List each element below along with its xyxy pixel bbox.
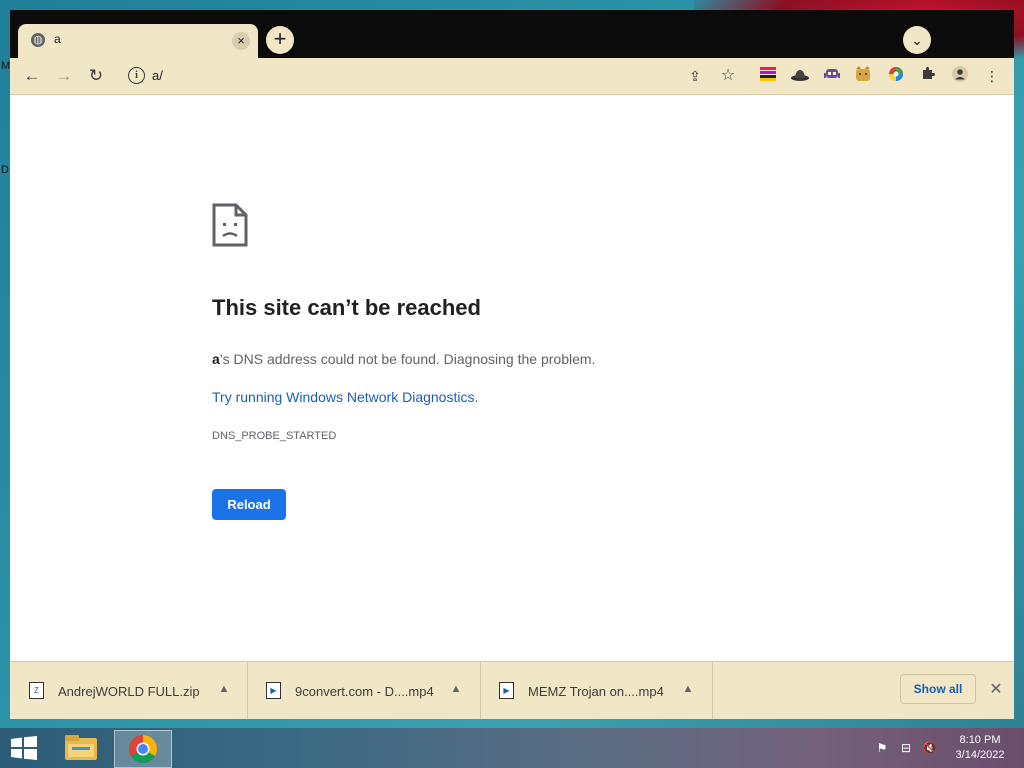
chevron-up-icon[interactable]: ▲ [447,680,465,698]
menu-dots-icon[interactable]: ⋮ [982,66,1002,86]
reload-button[interactable]: Reload [212,489,286,520]
hat-icon[interactable] [790,66,810,86]
clock-date: 3/14/2022 [955,749,1005,761]
browser-window: ◍ a × + ⌄ ← → ↻ i a/ ⇪ ☆ ⋮ This site can… [10,10,1014,719]
chevron-up-icon[interactable]: ▲ [679,680,697,698]
download-item[interactable]: Z AndrejWORLD FULL.zip ▲ [10,662,248,719]
windows-start-icon[interactable] [10,736,38,760]
file-explorer-icon[interactable] [62,732,100,764]
globe-icon: ◍ [31,33,45,47]
forward-button[interactable]: → [53,65,75,87]
chrome-icon [129,735,157,763]
tab-search-button[interactable]: ⌄ [903,26,931,54]
zip-file-icon: Z [29,682,44,699]
back-button[interactable]: ← [21,65,43,87]
taskbar-chrome-button[interactable] [114,730,172,768]
download-item[interactable]: ▶ 9convert.com - D....mp4 ▲ [247,662,481,719]
browser-titlebar: ◍ a × + ⌄ [10,10,1014,58]
error-host: a [212,351,220,367]
desktop-icon-label-fragment: D [1,164,9,176]
clock-time: 8:10 PM [959,734,1001,746]
show-all-button[interactable]: Show all [900,674,976,704]
error-page: This site can’t be reached a’s DNS addre… [10,95,1014,661]
address-bar-input[interactable]: a/ [152,68,163,83]
network-icon[interactable]: ⊟ [898,740,914,756]
tab-active[interactable]: ◍ a × [18,24,258,58]
site-info-icon[interactable]: i [128,67,145,84]
rainbow-bars-icon[interactable] [758,66,778,86]
download-filename: AndrejWORLD FULL.zip [58,684,200,699]
download-filename: MEMZ Trojan on....mp4 [528,684,664,699]
error-description: a’s DNS address could not be found. Diag… [212,351,595,367]
profile-icon[interactable] [950,66,970,86]
puzzle-icon[interactable] [918,66,938,86]
alien-icon[interactable] [822,66,842,86]
doge-icon[interactable] [853,66,873,86]
bookmark-star-icon[interactable]: ☆ [718,66,738,86]
chevron-up-icon[interactable]: ▲ [215,680,233,698]
sad-document-icon [212,203,248,247]
taskbar: ⚑ ⊟ 🔇 8:10 PM 3/14/2022 [0,728,1024,768]
error-code: DNS_PROBE_STARTED [212,430,337,442]
color-wheel-icon[interactable] [886,66,906,86]
network-diagnostics-link[interactable]: Try running Windows Network Diagnostics. [212,389,478,405]
share-icon[interactable]: ⇪ [685,66,705,86]
volume-muted-icon[interactable]: 🔇 [922,740,938,756]
action-center-flag-icon[interactable]: ⚑ [874,740,890,756]
error-title: This site can’t be reached [212,295,481,320]
tab-title: a [54,32,61,46]
download-shelf: Z AndrejWORLD FULL.zip ▲ ▶ 9convert.com … [10,661,1014,719]
download-filename: 9convert.com - D....mp4 [295,684,434,699]
close-tab-icon[interactable]: × [232,32,250,50]
new-tab-button[interactable]: + [266,26,294,54]
video-file-icon: ▶ [499,682,514,699]
video-file-icon: ▶ [266,682,281,699]
error-description-text: ’s DNS address could not be found. Diagn… [219,351,596,367]
download-item[interactable]: ▶ MEMZ Trojan on....mp4 ▲ [480,662,713,719]
reload-icon-button[interactable]: ↻ [85,65,107,87]
browser-toolbar: ← → ↻ i a/ ⇪ ☆ ⋮ [10,58,1014,95]
desktop-icon-label-fragment: M [1,60,11,72]
system-clock[interactable]: 8:10 PM 3/14/2022 [948,733,1012,763]
close-icon[interactable]: ✕ [986,680,1006,700]
